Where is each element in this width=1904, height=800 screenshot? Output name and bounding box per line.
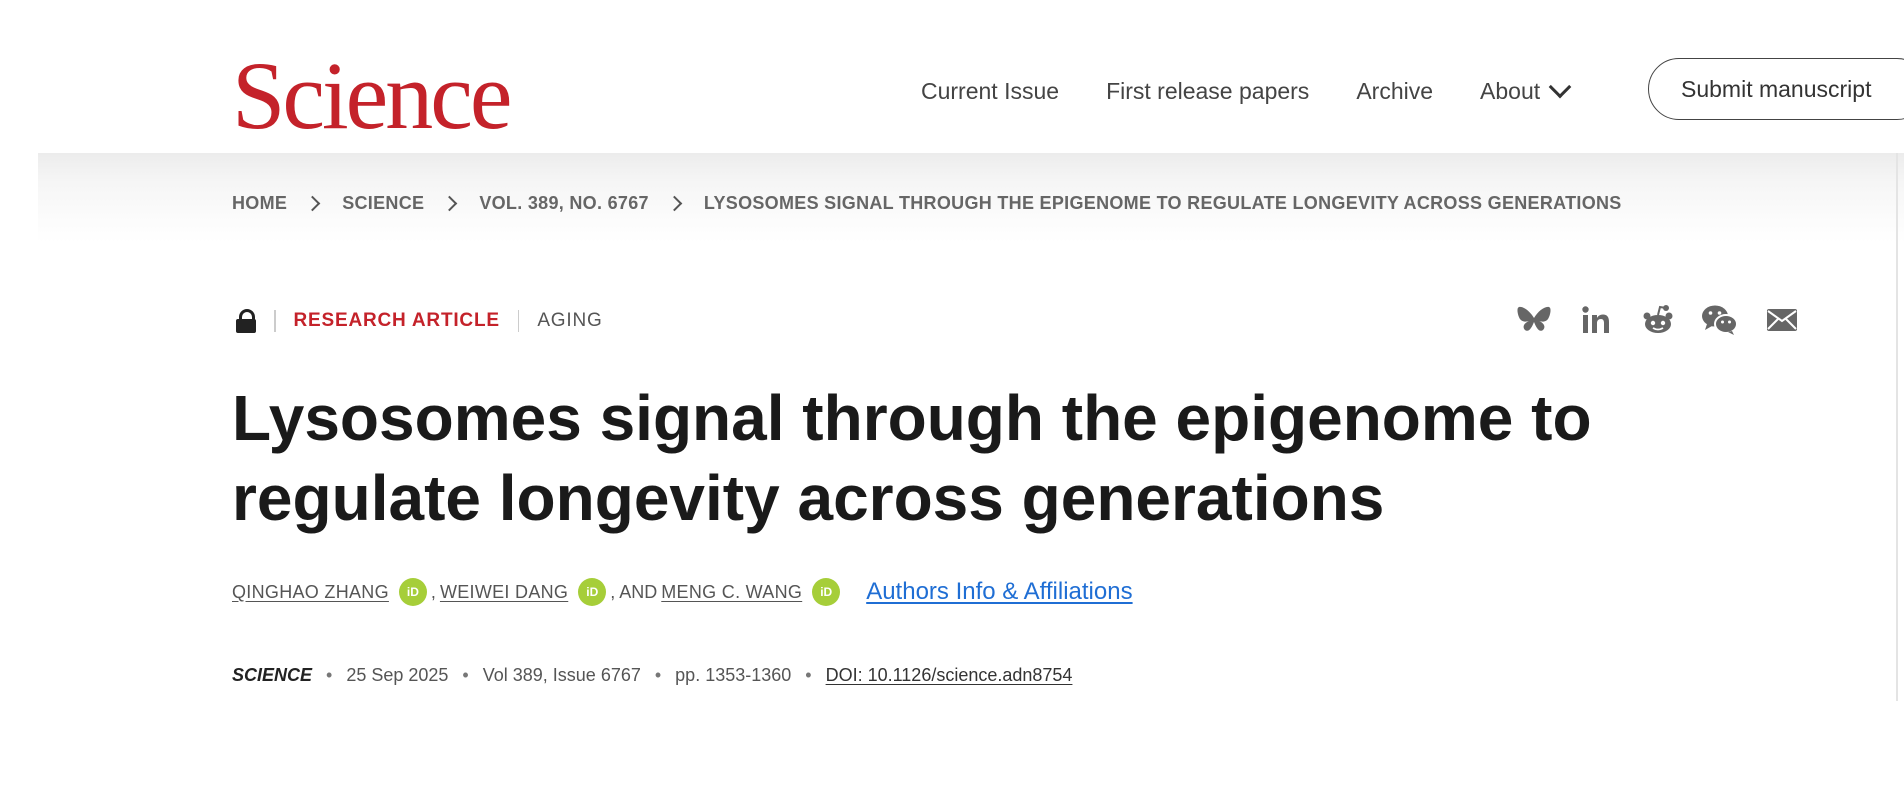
author-separator: ,: [430, 581, 436, 602]
breadcrumb-home[interactable]: HOME: [232, 193, 287, 214]
wechat-icon[interactable]: [1700, 300, 1740, 340]
linkedin-icon[interactable]: [1576, 300, 1616, 340]
separator-dot: •: [654, 664, 662, 685]
panel-divider: [1896, 153, 1898, 701]
authors-info-affiliations-link[interactable]: Authors Info & Affiliations: [866, 578, 1132, 606]
chevron-right-icon: [666, 195, 683, 212]
chevron-right-icon: [442, 195, 458, 212]
orcid-icon[interactable]: iD: [812, 578, 841, 606]
science-logo[interactable]: Science: [232, 48, 512, 144]
nav-about[interactable]: About: [1480, 75, 1572, 105]
divider: [274, 310, 276, 332]
article-type-label[interactable]: RESEARCH ARTICLE: [294, 310, 500, 332]
share-toolbar: [1514, 300, 1824, 340]
author-link[interactable]: QINGHAO ZHANG: [232, 582, 389, 603]
separator-dot: •: [326, 664, 333, 685]
nav-current-issue[interactable]: Current Issue: [921, 78, 1059, 105]
site-header: Science Current Issue First release pape…: [0, 0, 1904, 153]
author-link[interactable]: MENG C. WANG: [661, 582, 802, 603]
nav-first-release-papers[interactable]: First release papers: [1106, 78, 1309, 105]
author-link[interactable]: WEIWEI DANG: [440, 582, 568, 603]
email-icon[interactable]: [1762, 300, 1802, 340]
lock-icon: [236, 309, 256, 333]
page-range: pp. 1353-1360: [675, 664, 792, 685]
breadcrumb-science[interactable]: SCIENCE: [342, 193, 424, 214]
reddit-icon[interactable]: [1638, 300, 1678, 340]
separator-dot: •: [805, 664, 812, 685]
divider: [517, 310, 520, 332]
nav-archive[interactable]: Archive: [1356, 78, 1433, 105]
chevron-right-icon: [304, 195, 321, 212]
nav-about-label: About: [1480, 77, 1541, 104]
breadcrumb: HOME SCIENCE VOL. 389, NO. 6767 LYSOSOME…: [232, 193, 1622, 214]
chevron-down-icon: [1548, 75, 1572, 99]
main-nav: Current Issue First release papers Archi…: [921, 58, 1615, 124]
article-meta-row: RESEARCH ARTICLE AGING: [232, 306, 603, 336]
citation-line: SCIENCE • 25 Sep 2025 • Vol 389, Issue 6…: [232, 662, 1072, 688]
subject-label[interactable]: AGING: [537, 310, 602, 332]
volume-issue: Vol 389, Issue 6767: [482, 664, 641, 685]
breadcrumb-volume[interactable]: VOL. 389, NO. 6767: [479, 193, 648, 214]
author-separator: , AND: [610, 581, 658, 602]
bluesky-icon[interactable]: [1514, 300, 1554, 340]
separator-dot: •: [462, 664, 469, 685]
orcid-icon[interactable]: iD: [398, 578, 427, 606]
doi-link[interactable]: DOI: 10.1126/science.adn8754: [826, 665, 1073, 686]
orcid-icon[interactable]: iD: [578, 578, 607, 606]
journal-name: SCIENCE: [232, 664, 313, 685]
author-list: QINGHAO ZHANG iD , WEIWEI DANG iD , AND …: [232, 576, 1133, 608]
article-title: Lysosomes signal through the epigenome t…: [232, 382, 1592, 534]
submit-manuscript-button[interactable]: Submit manuscript: [1648, 58, 1904, 120]
breadcrumb-current: LYSOSOMES SIGNAL THROUGH THE EPIGENOME T…: [703, 193, 1622, 213]
publication-date: 25 Sep 2025: [346, 664, 449, 685]
